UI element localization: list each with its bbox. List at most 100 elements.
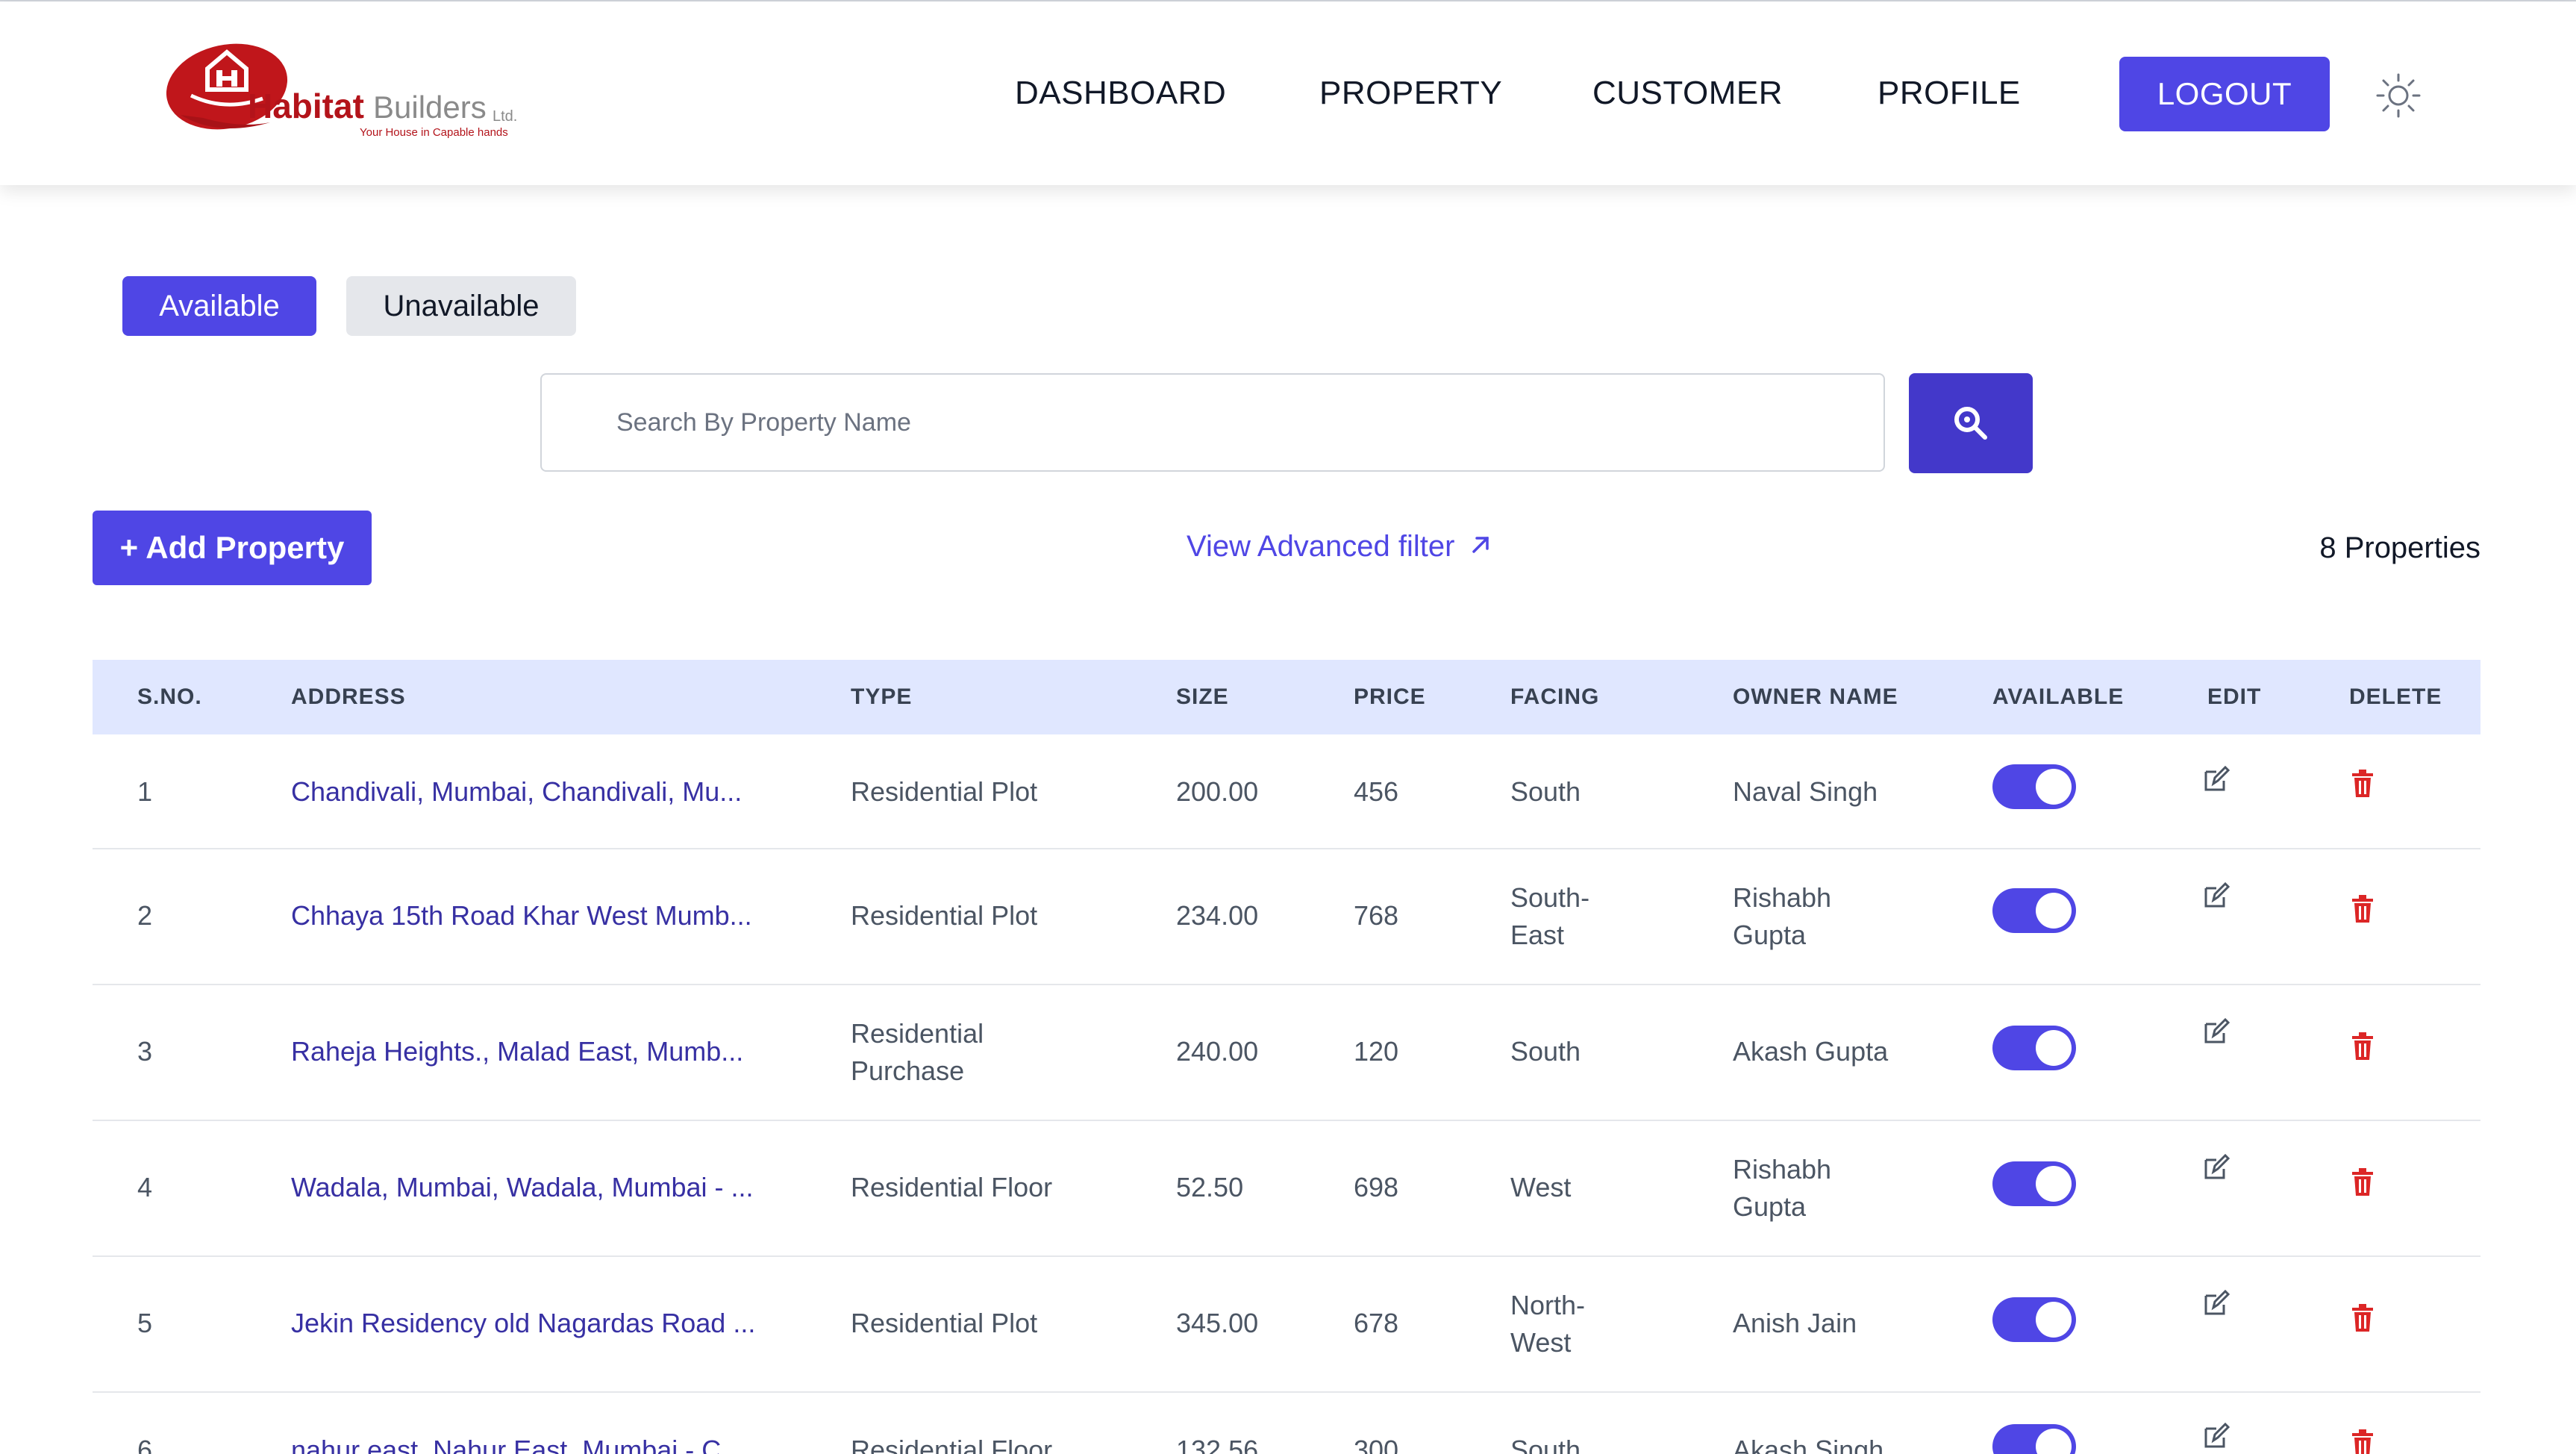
- edit-icon[interactable]: [2203, 1288, 2230, 1318]
- cell-sno: 5: [137, 1308, 153, 1338]
- cell-type: Residential Plot: [851, 900, 1038, 931]
- external-arrow-icon: [1472, 537, 1489, 553]
- nav-profile[interactable]: PROFILE: [1878, 75, 2021, 112]
- table-row: 6 nahur east, Nahur East, Mumbai - C... …: [93, 1393, 2480, 1454]
- edit-icon[interactable]: [2203, 1017, 2230, 1046]
- col-facing: FACING: [1510, 684, 1600, 709]
- cell-sno: 3: [137, 1036, 153, 1067]
- cell-sno: 6: [137, 1435, 153, 1454]
- col-owner: OWNER NAME: [1733, 684, 1898, 709]
- edit-icon[interactable]: [2203, 764, 2230, 794]
- toggle-knob: [2036, 893, 2072, 929]
- delete-icon[interactable]: [2349, 894, 2376, 924]
- col-address: ADDRESS: [291, 684, 406, 709]
- cell-type: Residential Floor: [851, 1172, 1053, 1202]
- col-type: TYPE: [851, 684, 913, 709]
- cell-sno: 1: [137, 776, 153, 807]
- cell-size: 345.00: [1176, 1308, 1259, 1338]
- available-toggle[interactable]: [1992, 888, 2076, 933]
- search-icon: [1954, 407, 1987, 440]
- cell-type: Residential Floor: [851, 1435, 1053, 1454]
- sun-icon[interactable]: [2375, 72, 2422, 119]
- cell-size: 234.00: [1176, 900, 1259, 931]
- table-row: 1 Chandivali, Mumbai, Chandivali, Mu... …: [93, 734, 2480, 849]
- cell-facing: South: [1510, 1435, 1581, 1454]
- brand-name-builders: Builders: [373, 90, 487, 125]
- table-header: S.NO. ADDRESS TYPE SIZE PRICE FACING OWN…: [93, 660, 2480, 734]
- toggle-knob: [2036, 1429, 2072, 1454]
- cell-price: 120: [1354, 1036, 1399, 1067]
- nav-customer[interactable]: CUSTOMER: [1592, 75, 1783, 112]
- cell-size: 52.50: [1176, 1172, 1244, 1202]
- cell-sno: 4: [137, 1172, 153, 1202]
- toggle-knob: [2036, 769, 2072, 805]
- cell-address[interactable]: Wadala, Mumbai, Wadala, Mumbai - ...: [291, 1169, 754, 1206]
- cell-price: 456: [1354, 776, 1399, 807]
- toggle-knob: [2036, 1030, 2072, 1066]
- table-row: 3 Raheja Heights., Malad East, Mumb... R…: [93, 985, 2480, 1121]
- property-count: 8 Properties: [2319, 531, 2480, 564]
- delete-icon[interactable]: [2349, 769, 2376, 799]
- search-button[interactable]: [1909, 373, 2033, 473]
- col-edit: EDIT: [2207, 684, 2262, 709]
- logout-button[interactable]: LOGOUT: [2119, 57, 2330, 131]
- available-toggle[interactable]: [1992, 1026, 2076, 1070]
- col-sno: S.NO.: [137, 684, 202, 709]
- table-row: 2 Chhaya 15th Road Khar West Mumb... Res…: [93, 849, 2480, 985]
- edit-icon[interactable]: [2203, 1152, 2230, 1182]
- table-row: 4 Wadala, Mumbai, Wadala, Mumbai - ... R…: [93, 1121, 2480, 1257]
- nav-dashboard[interactable]: DASHBOARD: [1015, 75, 1226, 112]
- cell-address[interactable]: Chandivali, Mumbai, Chandivali, Mu...: [291, 773, 742, 811]
- nav-property[interactable]: PROPERTY: [1319, 75, 1502, 112]
- cell-type: Residential Plot: [851, 1308, 1038, 1338]
- cell-type: Residential Purchase: [851, 1018, 984, 1086]
- edit-icon[interactable]: [2203, 881, 2230, 911]
- brand-name-habitat: Habitat: [248, 87, 364, 125]
- cell-owner: Akash Singh: [1733, 1435, 1884, 1454]
- advanced-filter-label: View Advanced filter: [1187, 530, 1455, 563]
- toggle-knob: [2036, 1166, 2072, 1202]
- delete-icon[interactable]: [2349, 1429, 2376, 1454]
- available-toggle[interactable]: [1992, 1297, 2076, 1342]
- add-property-button[interactable]: + Add Property: [93, 511, 372, 585]
- delete-icon[interactable]: [2349, 1303, 2376, 1333]
- col-size: SIZE: [1176, 684, 1229, 709]
- cell-owner: Rishabh Gupta: [1733, 882, 1832, 950]
- cell-facing: South-East: [1510, 882, 1590, 950]
- cell-owner: Naval Singh: [1733, 776, 1878, 807]
- tab-unavailable[interactable]: Unavailable: [346, 276, 576, 336]
- col-available: AVAILABLE: [1992, 684, 2125, 709]
- available-toggle[interactable]: [1992, 1424, 2076, 1454]
- cell-facing: North-West: [1510, 1290, 1586, 1358]
- search-input[interactable]: [540, 373, 1885, 472]
- cell-sno: 2: [137, 900, 153, 931]
- cell-price: 300: [1354, 1435, 1399, 1454]
- cell-address[interactable]: nahur east, Nahur East, Mumbai - C...: [291, 1432, 743, 1454]
- cell-address[interactable]: Raheja Heights., Malad East, Mumb...: [291, 1033, 743, 1070]
- cell-type: Residential Plot: [851, 776, 1038, 807]
- cell-owner: Anish Jain: [1733, 1308, 1857, 1338]
- table-row: 5 Jekin Residency old Nagardas Road ... …: [93, 1257, 2480, 1393]
- cell-facing: West: [1510, 1172, 1572, 1202]
- cell-size: 200.00: [1176, 776, 1259, 807]
- advanced-filter-link[interactable]: View Advanced filter: [1187, 530, 1492, 564]
- delete-icon[interactable]: [2349, 1032, 2376, 1061]
- navbar: Habitat Builders Ltd. Your House in Capa…: [0, 1, 2576, 185]
- cell-owner: Rishabh Gupta: [1733, 1154, 1832, 1222]
- available-toggle[interactable]: [1992, 764, 2076, 809]
- col-price: PRICE: [1354, 684, 1426, 709]
- brand-logo[interactable]: Habitat Builders Ltd. Your House in Capa…: [158, 40, 531, 145]
- cell-facing: South: [1510, 776, 1581, 807]
- cell-size: 240.00: [1176, 1036, 1259, 1067]
- delete-icon[interactable]: [2349, 1167, 2376, 1197]
- cell-price: 678: [1354, 1308, 1399, 1338]
- edit-icon[interactable]: [2203, 1421, 2230, 1451]
- cell-facing: South: [1510, 1036, 1581, 1067]
- toggle-knob: [2036, 1302, 2072, 1338]
- tab-available[interactable]: Available: [122, 276, 316, 336]
- cell-price: 698: [1354, 1172, 1399, 1202]
- cell-address[interactable]: Chhaya 15th Road Khar West Mumb...: [291, 897, 752, 935]
- available-toggle[interactable]: [1992, 1161, 2076, 1206]
- cell-address[interactable]: Jekin Residency old Nagardas Road ...: [291, 1305, 755, 1342]
- cell-owner: Akash Gupta: [1733, 1036, 1889, 1067]
